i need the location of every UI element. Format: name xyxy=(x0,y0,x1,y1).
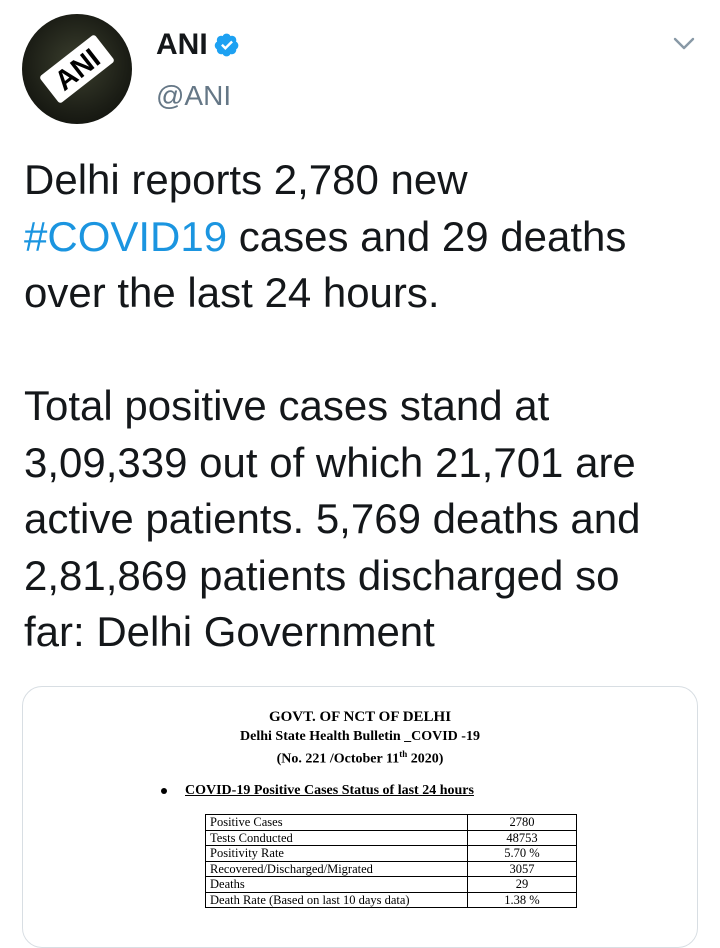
bulletin-header-number: (No. 221 /October 11th 2020) xyxy=(23,749,697,768)
ani-logo-icon: ANI xyxy=(40,35,114,103)
table-cell-value: 5.70 % xyxy=(467,845,577,862)
bulletin-section-title: COVID-19 Positive Cases Status of last 2… xyxy=(185,783,474,798)
table-cell-label: Death Rate (Based on last 10 days data) xyxy=(205,891,468,908)
media-image-card[interactable]: GOVT. OF NCT OF DELHI Delhi State Health… xyxy=(22,686,698,948)
tweet-text-part-1: Delhi reports 2,780 new xyxy=(24,156,468,203)
table-cell-value: 3057 xyxy=(467,860,577,877)
table-cell-value: 2780 xyxy=(467,814,577,831)
bullet-icon xyxy=(161,788,167,794)
bulletin-header-title: Delhi State Health Bulletin _COVID -19 xyxy=(240,729,480,744)
table-row: Tests Conducted 48753 xyxy=(205,829,577,846)
table-cell-label: Recovered/Discharged/Migrated xyxy=(205,860,468,877)
table-row: Death Rate (Based on last 10 days data) 1… xyxy=(205,891,577,908)
bulletin-number-text: (No. 221 /October 11 xyxy=(276,751,400,767)
author-name-row[interactable]: ANI xyxy=(156,28,240,62)
table-row: Recovered/Discharged/Migrated 3057 xyxy=(205,860,577,877)
verified-badge-icon xyxy=(214,33,239,57)
table-cell-value: 1.38 % xyxy=(467,891,577,908)
chevron-down-icon[interactable] xyxy=(672,34,696,54)
hashtag-link[interactable]: #COVID19 xyxy=(24,213,227,260)
bulletin-section: COVID-19 Positive Cases Status of last 2… xyxy=(161,783,474,799)
table-cell-label: Tests Conducted xyxy=(205,829,468,846)
bulletin-header-govt: GOVT. OF NCT OF DELHI xyxy=(268,709,452,725)
table-row: Positive Cases 2780 xyxy=(205,814,577,831)
tweet-text-part-2: cases and 29 deaths over the last 24 hou… xyxy=(24,212,641,656)
tweet-text: Delhi reports 2,780 new #COVID19 cases a… xyxy=(24,152,704,661)
bulletin-year-text: 2020) xyxy=(407,751,444,767)
status-table: Positive Cases 2780 Tests Conducted 48753 Po… xyxy=(205,814,577,908)
table-cell-value: 29 xyxy=(467,876,577,893)
author-name[interactable]: ANI xyxy=(156,28,208,62)
table-cell-label: Deaths xyxy=(205,876,468,893)
table-cell-value: 48753 xyxy=(467,829,577,846)
table-row: Positivity Rate 5.70 % xyxy=(205,845,577,862)
table-row: Deaths 29 xyxy=(205,876,577,893)
author-handle[interactable]: @ANI xyxy=(156,80,231,112)
table-cell-label: Positive Cases xyxy=(205,814,468,831)
table-cell-label: Positivity Rate xyxy=(205,845,468,862)
avatar[interactable]: ANI xyxy=(22,14,132,124)
